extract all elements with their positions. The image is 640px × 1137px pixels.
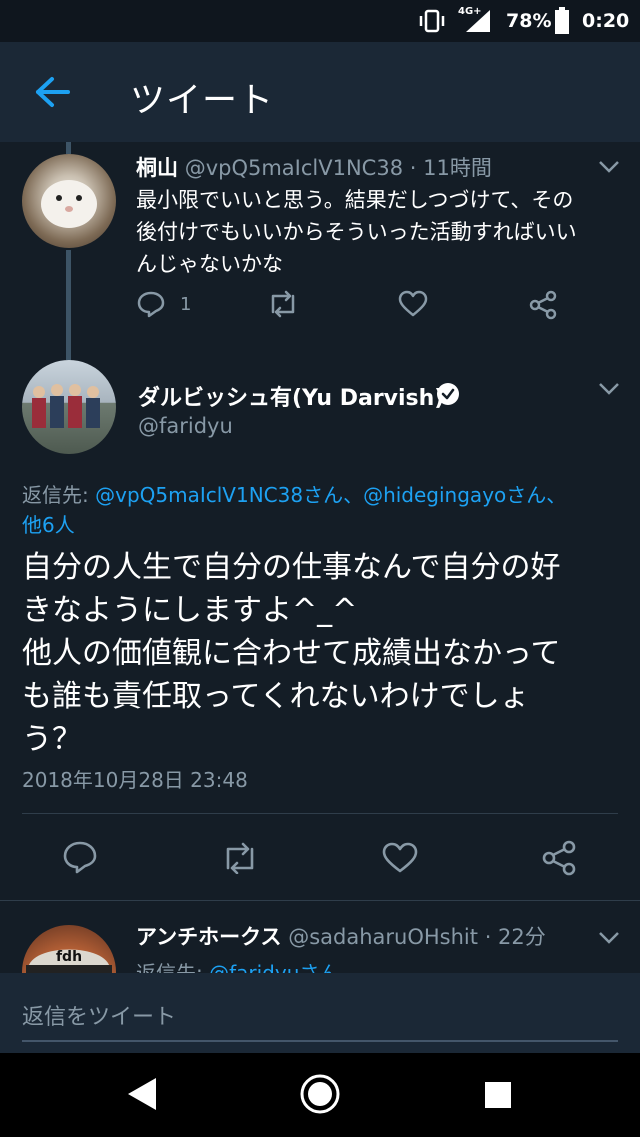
author-handle[interactable]: @sadaharuOHshit	[288, 925, 478, 949]
android-nav-bar	[0, 1053, 640, 1137]
main-tweet: ダルビッシュ有(Yu Darvish) @faridyu 返信先: @vpQ5m…	[0, 356, 640, 901]
group-photo-avatar-image	[32, 384, 100, 428]
page-title: ツイート	[130, 81, 275, 121]
home-circle-icon[interactable]	[299, 1073, 341, 1115]
tweet-text: 最小限でいいと思う。結果だしつづけて、その 後付けでもいいからそういった活動すれ…	[136, 184, 577, 280]
clock: 0:20	[582, 10, 630, 32]
tweet-text-line: んじゃないかな	[136, 252, 283, 276]
retweet-icon[interactable]	[266, 290, 300, 318]
tweet-text-line: う？	[22, 722, 82, 757]
arrow-left-icon[interactable]	[34, 76, 72, 108]
reply-composer[interactable]: 返信をツイート	[0, 973, 640, 1053]
tweet-time: · 22分	[484, 925, 546, 949]
reply-icon[interactable]	[136, 290, 166, 318]
chevron-down-icon[interactable]	[598, 160, 620, 174]
back-triangle-icon[interactable]	[126, 1076, 158, 1112]
battery-percent: 78%	[506, 10, 552, 32]
share-icon[interactable]	[528, 290, 558, 320]
reply-to-link[interactable]: @vpQ5maIclV1NC38さん、@hidegingayoさん、	[95, 483, 566, 507]
app-header: ツイート	[0, 42, 640, 142]
signal-icon	[466, 10, 490, 32]
author-handle[interactable]: @vpQ5maIclV1NC38	[185, 156, 403, 180]
tweet-text-line: 自分の人生で自分の仕事なんで自分の好	[22, 550, 561, 585]
avatar[interactable]: fdh	[22, 925, 116, 973]
hamster-avatar-image	[41, 180, 97, 228]
reply-icon[interactable]	[62, 840, 98, 874]
author-name[interactable]: ダルビッシュ有(Yu Darvish)	[138, 380, 444, 412]
avatar[interactable]	[22, 360, 116, 454]
tweet-text-line: 他人の価値観に合わせて成績出なかって	[22, 636, 561, 671]
verified-badge-icon	[437, 383, 459, 405]
heart-icon[interactable]	[382, 842, 418, 874]
chevron-down-icon[interactable]	[598, 931, 620, 945]
battery-icon	[555, 7, 569, 34]
cap-avatar-image: fdh	[26, 949, 112, 973]
reply-to-label: 返信先:	[22, 483, 96, 507]
reply-count: 1	[180, 294, 192, 315]
retweet-icon[interactable]	[220, 842, 260, 874]
reply-to-link[interactable]: @faridyuさん	[209, 961, 339, 973]
avatar-cap-text: fdh	[56, 949, 82, 965]
tweet-text-line: も誰も責任取ってくれないわけでしょ	[22, 679, 530, 714]
vibrate-icon	[419, 9, 445, 33]
tweet-time: · 11時間	[409, 156, 492, 180]
author-handle[interactable]: @faridyu	[138, 414, 233, 438]
avatar[interactable]	[22, 154, 116, 248]
tweet-text-line: きなようにしますよ^_^	[22, 593, 358, 628]
reply-to: 返信先: @vpQ5maIclV1NC38さん、@hidegingayoさん、 …	[22, 480, 566, 540]
divider	[22, 813, 618, 814]
input-underline	[22, 1040, 618, 1042]
reply-to-others-link[interactable]: 他6人	[22, 513, 75, 537]
tweet-text-line: 後付けでもいいからそういった活動すればいい	[136, 220, 577, 244]
author-name[interactable]: 桐山	[136, 156, 178, 180]
chevron-down-icon[interactable]	[598, 382, 620, 396]
author-name[interactable]: アンチホークス	[136, 925, 282, 949]
reply-input-placeholder[interactable]: 返信をツイート	[22, 999, 176, 1031]
parent-tweet[interactable]: 桐山 @vpQ5maIclV1NC38 · 11時間 最小限でいいと思う。結果だ…	[0, 142, 640, 342]
share-icon[interactable]	[541, 840, 577, 876]
tweet-text-line: 最小限でいいと思う。結果だしつづけて、その	[136, 188, 574, 212]
reply-to: 返信先: @faridyuさん	[136, 957, 339, 973]
status-bar: 4G+ 78% 0:20	[0, 0, 640, 42]
heart-icon[interactable]	[398, 290, 428, 318]
reply-tweet[interactable]: fdh アンチホークス @sadaharuOHshit · 22分 返信先: @…	[0, 901, 640, 973]
recents-square-icon[interactable]	[483, 1080, 513, 1110]
reply-to-label: 返信先:	[136, 961, 210, 973]
tweet-timestamp: 2018年10月28日 23:48	[22, 768, 248, 792]
tweet-text: 自分の人生で自分の仕事なんで自分の好 きなようにしますよ^_^ 他人の価値観に合…	[22, 546, 561, 761]
